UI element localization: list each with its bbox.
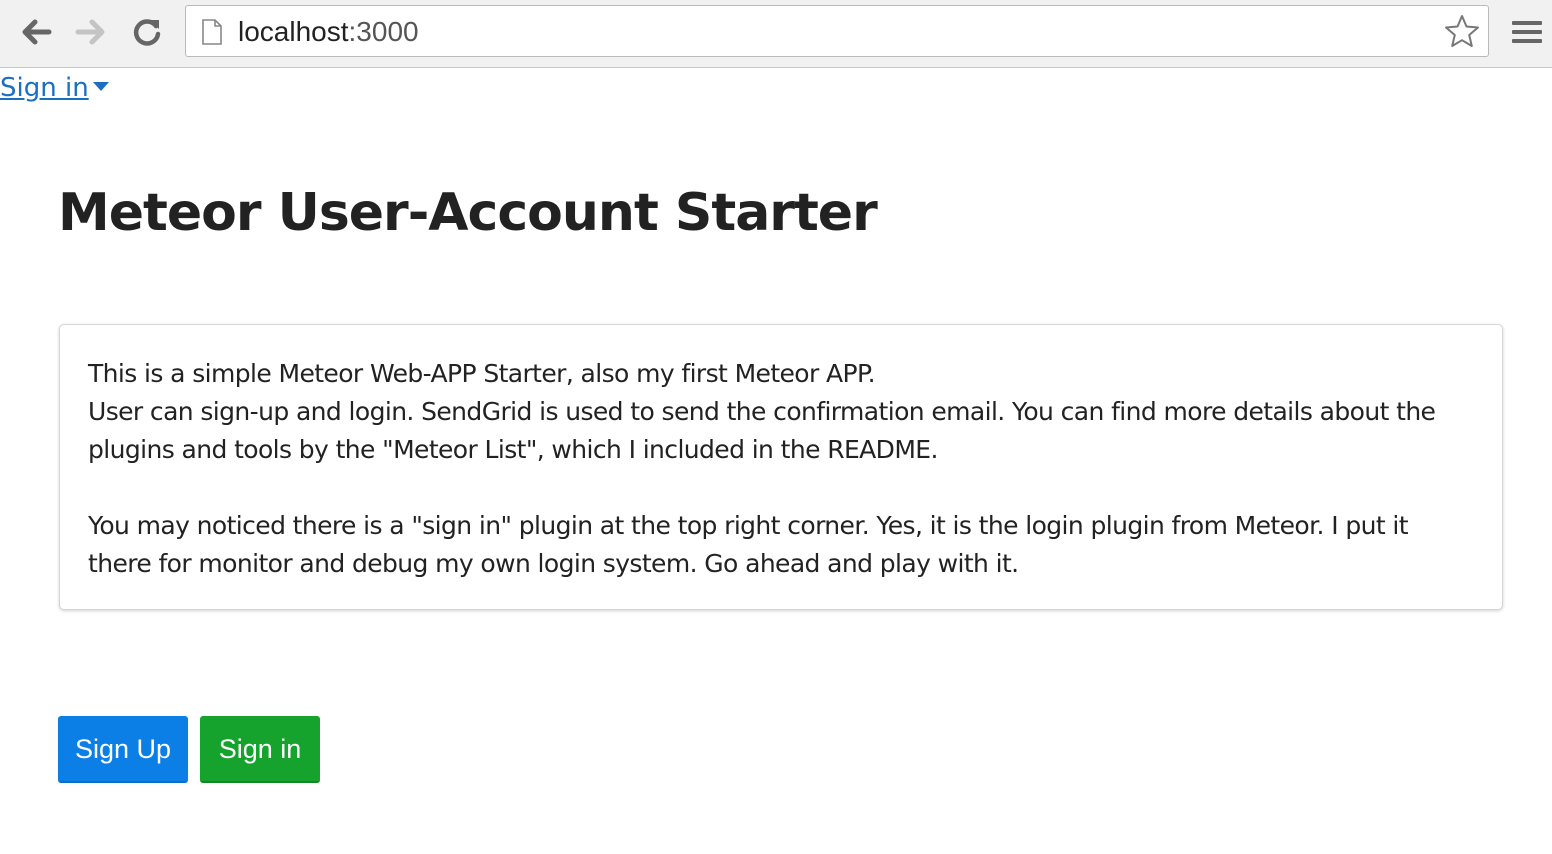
- address-bar[interactable]: localhost:3000: [185, 5, 1489, 57]
- reload-button[interactable]: [127, 12, 167, 52]
- url-text: localhost:3000: [238, 16, 419, 48]
- url-host: localhost: [238, 16, 349, 47]
- page-title: Meteor User-Account Starter: [58, 183, 878, 243]
- login-dropdown-label: Sign in: [0, 73, 89, 103]
- sign-up-button[interactable]: Sign Up: [58, 716, 188, 783]
- info-line-plugin-note: You may noticed there is a "sign in" plu…: [88, 511, 1409, 578]
- forward-arrow-icon: [75, 19, 105, 45]
- sign-in-button[interactable]: Sign in: [200, 716, 320, 783]
- login-dropdown-link[interactable]: Sign in: [0, 72, 109, 104]
- browser-toolbar: localhost:3000: [0, 0, 1552, 68]
- back-arrow-icon: [22, 19, 52, 45]
- caret-down-icon: [92, 82, 109, 91]
- back-button[interactable]: [16, 12, 56, 52]
- info-text: This is a simple Meteor Web-APP Starter,…: [88, 355, 1468, 583]
- url-port: :3000: [348, 16, 419, 47]
- page-icon: [202, 19, 222, 45]
- info-panel: This is a simple Meteor Web-APP Starter,…: [59, 324, 1503, 610]
- star-icon[interactable]: [1444, 14, 1480, 48]
- hamburger-menu-icon[interactable]: [1510, 15, 1544, 49]
- info-line-intro: This is a simple Meteor Web-APP Starter,…: [88, 359, 876, 388]
- reload-icon: [133, 19, 161, 46]
- info-line-details: User can sign-up and login. SendGrid is …: [88, 397, 1436, 464]
- forward-button[interactable]: [71, 12, 111, 52]
